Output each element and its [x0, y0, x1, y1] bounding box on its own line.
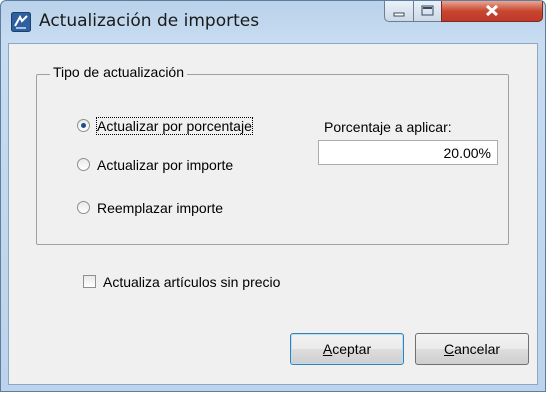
- close-button[interactable]: [441, 1, 543, 22]
- checkbox[interactable]: [83, 275, 96, 288]
- maximize-icon: [421, 5, 434, 16]
- close-icon: [485, 4, 499, 17]
- maximize-button[interactable]: [413, 1, 442, 22]
- minimize-icon: [393, 12, 405, 17]
- percentage-label: Porcentaje a aplicar:: [324, 119, 452, 135]
- radio-button-checked[interactable]: [77, 119, 90, 132]
- title-bar[interactable]: Actualización de importes: [1, 1, 545, 43]
- window-title: Actualización de importes: [39, 11, 260, 31]
- app-icon: [11, 12, 31, 32]
- accept-label: ceptar: [332, 341, 372, 357]
- radio-button[interactable]: [77, 158, 90, 171]
- cancel-button[interactable]: Cancelar: [415, 333, 529, 365]
- percentage-input[interactable]: 20.00%: [318, 140, 498, 165]
- cancel-label: ancelar: [454, 341, 501, 357]
- checkbox-label: Actualiza artículos sin precio: [103, 274, 281, 290]
- caption-buttons: [384, 1, 544, 23]
- minimize-button[interactable]: [384, 1, 414, 22]
- accept-button[interactable]: Aceptar: [290, 333, 404, 365]
- accept-accelerator: A: [322, 341, 333, 357]
- radio-label: Actualizar por importe: [97, 157, 234, 173]
- radio-label: Reemplazar importe: [97, 200, 224, 216]
- cancel-accelerator: C: [443, 341, 455, 357]
- radio-label: Actualizar por porcentaje: [96, 117, 253, 135]
- group-legend: Tipo de actualización: [50, 64, 188, 80]
- radio-button[interactable]: [77, 201, 90, 214]
